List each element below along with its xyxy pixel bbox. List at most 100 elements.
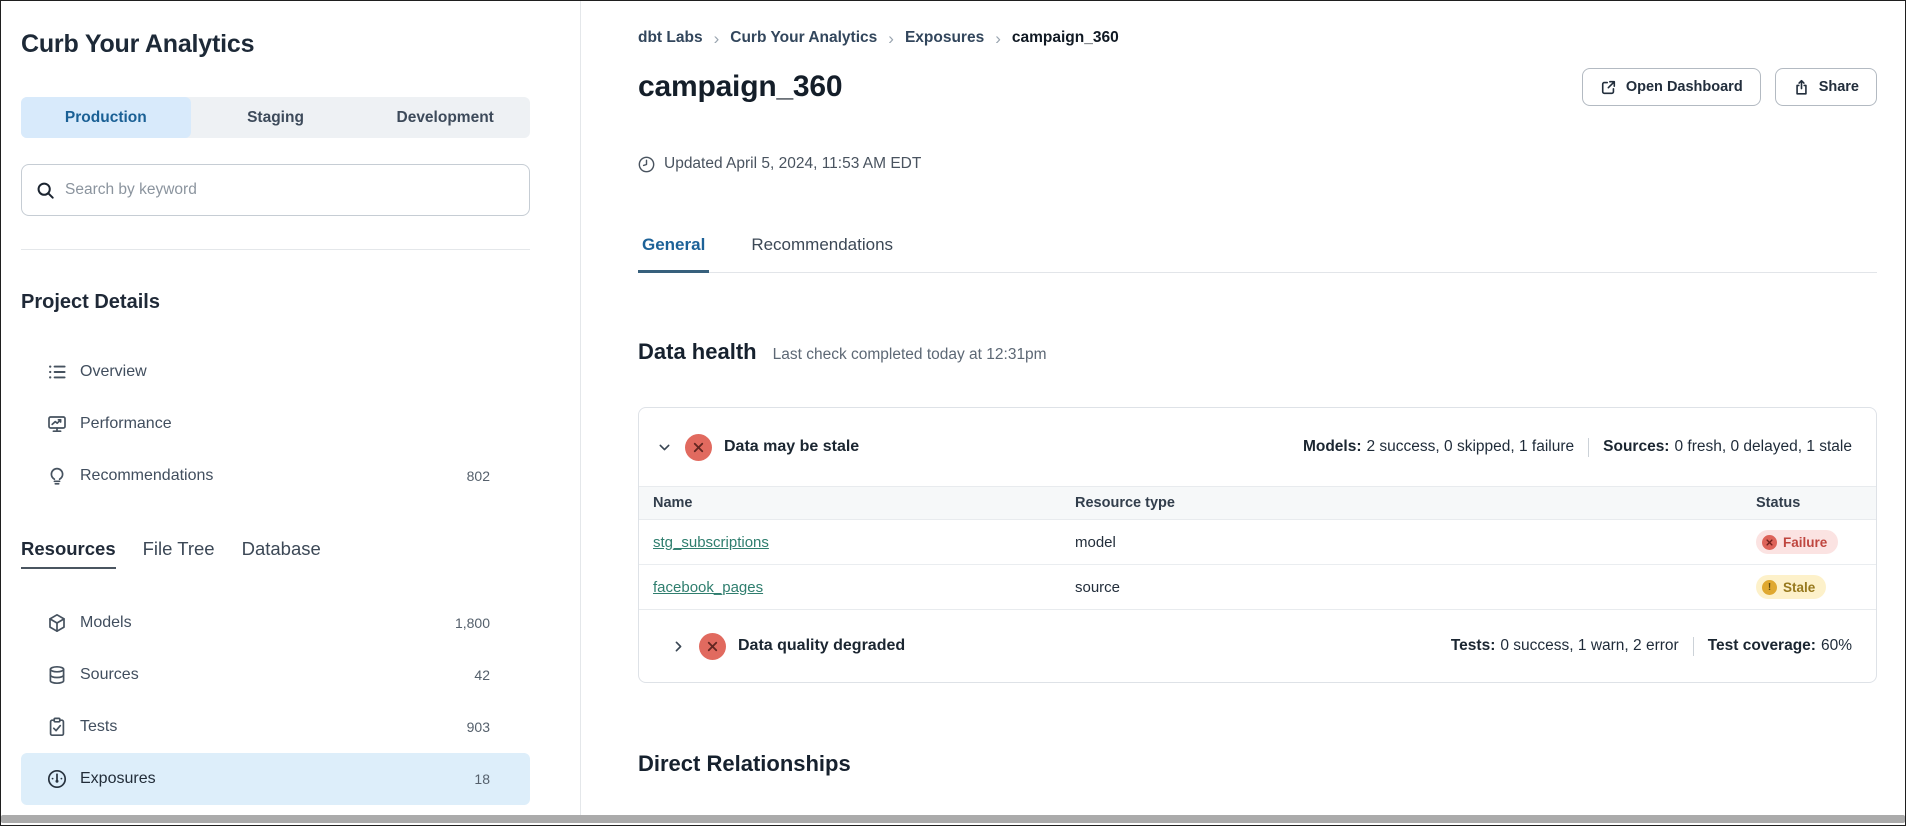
direct-relationships-heading: Direct Relationships	[638, 749, 1877, 779]
page-header: campaign_360 Open Dashboard	[638, 65, 1877, 109]
quality-group-title: Data quality degraded	[738, 637, 905, 655]
clipboard-check-icon	[47, 717, 67, 737]
stale-group-expander[interactable]: Data may be stale Models: 2 success, 0 s…	[639, 408, 1876, 486]
env-tab-production[interactable]: Production	[21, 97, 191, 138]
lightbulb-icon	[47, 466, 67, 486]
sidebar-item-recommendations[interactable]: Recommendations 802	[21, 450, 530, 502]
resource-link-facebook-pages[interactable]: facebook_pages	[653, 579, 763, 596]
sidebar-item-sources[interactable]: Sources 42	[21, 649, 530, 701]
error-circle-icon	[699, 633, 726, 660]
share-button[interactable]: Share	[1775, 68, 1877, 106]
coverage-stat-value: 60%	[1821, 637, 1852, 655]
open-dashboard-button[interactable]: Open Dashboard	[1582, 68, 1761, 106]
quality-group-stats: Tests: 0 success, 1 warn, 2 error Test c…	[1451, 637, 1852, 656]
resources-nav: Models 1,800 Sources 42	[21, 597, 530, 805]
sidebar-item-performance[interactable]: Performance	[21, 398, 530, 450]
tests-stat-label: Tests:	[1451, 637, 1496, 655]
error-circle-icon	[685, 434, 712, 461]
sidebar-item-overview[interactable]: Overview	[21, 346, 530, 398]
search-icon	[36, 181, 55, 200]
tab-general[interactable]: General	[638, 235, 709, 273]
sources-stat-label: Sources:	[1603, 438, 1669, 456]
models-stat-value: 2 success, 0 skipped, 1 failure	[1367, 438, 1575, 456]
tab-database[interactable]: Database	[242, 538, 321, 567]
env-tab-staging[interactable]: Staging	[191, 97, 361, 138]
sidebar-item-models[interactable]: Models 1,800	[21, 597, 530, 649]
clock-icon	[638, 156, 655, 173]
page-title: campaign_360	[638, 65, 842, 109]
coverage-stat-label: Test coverage:	[1708, 637, 1816, 655]
sources-stat-value: 0 fresh, 0 delayed, 1 stale	[1674, 438, 1852, 456]
header-actions: Open Dashboard Share	[1582, 68, 1877, 106]
sidebar-item-count: 903	[467, 719, 490, 735]
stats-divider	[1693, 637, 1694, 656]
status-badge-stale: ! Stale	[1756, 575, 1826, 599]
column-header-resource-type: Resource type	[1075, 495, 1726, 511]
sidebar-item-label: Sources	[80, 666, 139, 684]
tab-file-tree[interactable]: File Tree	[143, 538, 215, 567]
chevron-right-separator-icon	[995, 30, 1001, 47]
breadcrumb-item-project[interactable]: Curb Your Analytics	[730, 29, 877, 47]
open-dashboard-label: Open Dashboard	[1626, 79, 1743, 95]
sidebar-item-label: Overview	[80, 363, 147, 381]
warning-dot-icon: !	[1762, 580, 1777, 595]
search-input[interactable]	[65, 181, 515, 199]
error-dot-icon	[1762, 535, 1777, 550]
share-label: Share	[1819, 79, 1859, 95]
sidebar-item-count: 18	[474, 771, 490, 787]
sidebar-item-label: Tests	[80, 718, 117, 736]
chevron-down-icon[interactable]	[657, 440, 672, 455]
table-row: stg_subscriptions model Failure	[639, 520, 1876, 565]
sidebar-item-label: Models	[80, 614, 132, 632]
stale-resources-table: Name Resource type Status stg_subscripti…	[639, 486, 1876, 610]
resource-view-tabs: Resources File Tree Database	[21, 538, 530, 569]
last-check-text: Last check completed today at 12:31pm	[773, 346, 1047, 364]
breadcrumb-item-current: campaign_360	[1012, 29, 1119, 47]
updated-row: Updated April 5, 2024, 11:53 AM EDT	[638, 155, 1877, 173]
detail-tabs: General Recommendations	[638, 235, 1877, 273]
project-details-heading: Project Details	[21, 288, 530, 316]
cube-icon	[47, 613, 67, 633]
column-header-status: Status	[1726, 495, 1876, 511]
tests-stat-value: 0 success, 1 warn, 2 error	[1500, 637, 1678, 655]
chevron-right-separator-icon	[714, 30, 720, 47]
sidebar-divider	[21, 249, 530, 250]
data-health-header: Data health Last check completed today a…	[638, 337, 1877, 367]
gauge-icon	[47, 769, 67, 789]
share-icon	[1793, 79, 1810, 96]
dbt-explorer-window: Curb Your Analytics Production Staging D…	[0, 0, 1906, 826]
column-header-name: Name	[639, 495, 1075, 511]
status-badge-failure: Failure	[1756, 530, 1838, 554]
horizontal-scrollbar[interactable]	[1, 815, 1905, 823]
resource-link-stg-subscriptions[interactable]: stg_subscriptions	[653, 534, 769, 551]
env-tab-development[interactable]: Development	[360, 97, 530, 138]
resource-type-cell: source	[1075, 579, 1726, 596]
tab-resources[interactable]: Resources	[21, 538, 116, 569]
resource-type-cell: model	[1075, 534, 1726, 551]
breadcrumb-item-dbt-labs[interactable]: dbt Labs	[638, 29, 703, 47]
sidebar-item-count: 42	[474, 667, 490, 683]
sidebar-item-exposures[interactable]: Exposures 18	[21, 753, 530, 805]
sidebar-item-count: 1,800	[455, 615, 490, 631]
sidebar-item-label: Performance	[80, 415, 172, 433]
tab-recommendations[interactable]: Recommendations	[747, 235, 897, 272]
models-stat-label: Models:	[1303, 438, 1362, 456]
chevron-right-icon[interactable]	[671, 639, 686, 654]
sidebar: Curb Your Analytics Production Staging D…	[1, 1, 581, 815]
project-name-title: Curb Your Analytics	[21, 27, 530, 61]
sidebar-item-label: Exposures	[80, 770, 156, 788]
stale-group-title: Data may be stale	[724, 438, 859, 456]
search-box[interactable]	[21, 164, 530, 216]
monitor-chart-icon	[47, 414, 67, 434]
external-link-icon	[1600, 79, 1617, 96]
main-content: dbt Labs Curb Your Analytics Exposures c…	[582, 1, 1905, 815]
sidebar-item-tests[interactable]: Tests 903	[21, 701, 530, 753]
breadcrumb-item-exposures[interactable]: Exposures	[905, 29, 984, 47]
quality-group-expander[interactable]: Data quality degraded Tests: 0 success, …	[639, 610, 1876, 682]
data-health-heading: Data health	[638, 337, 757, 367]
sidebar-item-count: 802	[467, 468, 490, 484]
stale-group-stats: Models: 2 success, 0 skipped, 1 failure …	[1303, 438, 1852, 457]
status-badge-label: Failure	[1783, 535, 1827, 550]
environment-tabs: Production Staging Development	[21, 97, 530, 138]
table-header-row: Name Resource type Status	[639, 487, 1876, 520]
